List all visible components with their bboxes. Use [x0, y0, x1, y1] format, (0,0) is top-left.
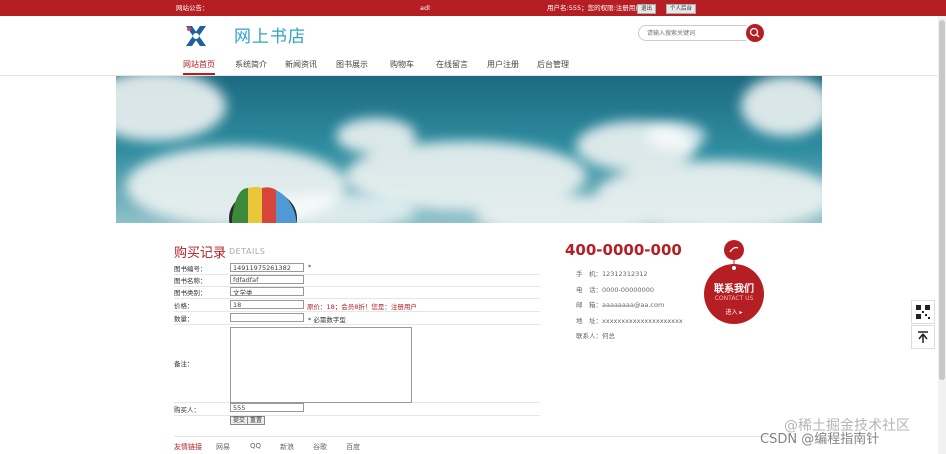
form-row-price: 价格： 原价：18；会员8折！您是：注册用户	[174, 298, 540, 312]
contact-us-tag[interactable]: 联系我们 CONTACT US 进入 ▸	[704, 238, 764, 353]
main-nav: 网站首页 系统简介 新闻资讯 图书展示 购物车 在线留言 用户注册 后台管理	[0, 55, 946, 76]
book-no-input[interactable]	[230, 263, 304, 272]
nav-item-books[interactable]: 图书展示	[336, 55, 368, 75]
book-type-input[interactable]	[230, 287, 304, 296]
buyer-input[interactable]	[230, 403, 304, 412]
search-icon	[749, 27, 760, 38]
quantity-input[interactable]	[230, 313, 304, 322]
contact-address: 地 址：xxxxxxxxxxxxxxxxxxxxx	[576, 317, 683, 325]
reset-button[interactable]: 重置	[247, 416, 266, 425]
site-title[interactable]: 网上书店	[234, 22, 306, 47]
contact-tag-title: 联系我们	[714, 284, 754, 295]
hotline-number: 400-0000-000	[565, 241, 682, 259]
nav-item-intro[interactable]: 系统简介	[235, 55, 267, 75]
contact-person: 联系人：何总	[576, 332, 615, 340]
arrow-up-icon	[918, 331, 928, 343]
price-label: 价格：	[174, 301, 194, 310]
book-name-label: 图书名称：	[174, 277, 207, 285]
submit-button[interactable]: 提交	[230, 416, 249, 425]
book-no-label: 图书编号：	[174, 265, 207, 273]
contact-tag-subtitle: CONTACT US	[714, 295, 754, 302]
section-title: 购买记录	[174, 246, 227, 261]
logo-icon[interactable]	[183, 23, 209, 49]
form-row-note: 备注：	[174, 324, 540, 403]
friend-link-qq[interactable]: QQ	[250, 442, 261, 450]
price-hint: 原价：18；会员8折！您是：注册用户	[307, 303, 417, 311]
quantity-label: 数量：	[174, 314, 194, 323]
logout-button[interactable]: 退出	[637, 4, 657, 14]
banner-image	[116, 76, 822, 223]
notice-label: 网站公告：	[176, 4, 209, 12]
book-no-required: *	[308, 263, 312, 271]
qr-code-button[interactable]	[911, 300, 935, 324]
back-to-top-button[interactable]	[911, 325, 935, 349]
scrollbar-thumb[interactable]	[939, 20, 945, 380]
note-label: 备注：	[174, 360, 194, 368]
friend-links-label: 友情链接	[174, 443, 202, 451]
nav-item-register[interactable]: 用户注册	[487, 55, 519, 75]
book-name-input[interactable]	[230, 275, 304, 284]
note-textarea[interactable]	[230, 327, 412, 403]
nav-item-home[interactable]: 网站首页	[183, 55, 215, 75]
footer-divider	[174, 436, 774, 437]
top-bar: 网站公告： adl 用户名:555；您的权限:注册用户 退出 个人后台	[0, 0, 946, 16]
friend-link-sina[interactable]: 新浪	[280, 442, 294, 452]
contact-mobile: 手 机：12312312312	[576, 270, 648, 278]
contact-email: 邮 箱：aaaaaaaa@aa.com	[576, 301, 665, 309]
search-button[interactable]	[746, 24, 764, 42]
friend-link-google[interactable]: 谷歌	[313, 442, 327, 452]
friend-link-baidu[interactable]: 百度	[346, 442, 360, 452]
form-row-quantity: 数量： * 必需数字型	[174, 311, 540, 325]
price-input[interactable]	[230, 300, 304, 309]
book-type-label: 图书类别：	[174, 289, 207, 297]
search-input[interactable]	[638, 25, 746, 41]
watermark-csdn: CSDN @编程指南针	[760, 432, 880, 447]
contact-tel: 电 话：0000-00000000	[576, 286, 654, 294]
quantity-hint: * 必需数字型	[308, 316, 346, 324]
form-row-buyer: 购买人：	[174, 402, 540, 416]
buyer-label: 购买人：	[174, 405, 200, 414]
greeting-text: adl	[420, 4, 430, 12]
nav-item-cart[interactable]: 购物车	[390, 55, 414, 75]
nav-item-admin[interactable]: 后台管理	[537, 55, 569, 75]
profile-button[interactable]: 个人后台	[666, 4, 697, 14]
nav-item-message[interactable]: 在线留言	[436, 55, 468, 75]
qr-code-icon	[916, 305, 930, 319]
contact-tag-more: 进入 ▸	[725, 309, 743, 316]
form-row-actions: 提交 重置	[174, 415, 540, 427]
section-subtitle: DETAILS	[229, 247, 266, 256]
user-status: 用户名:555；您的权限:注册用户	[547, 4, 642, 12]
nav-item-news[interactable]: 新闻资讯	[285, 55, 317, 75]
friend-link-netease[interactable]: 网易	[216, 442, 230, 452]
